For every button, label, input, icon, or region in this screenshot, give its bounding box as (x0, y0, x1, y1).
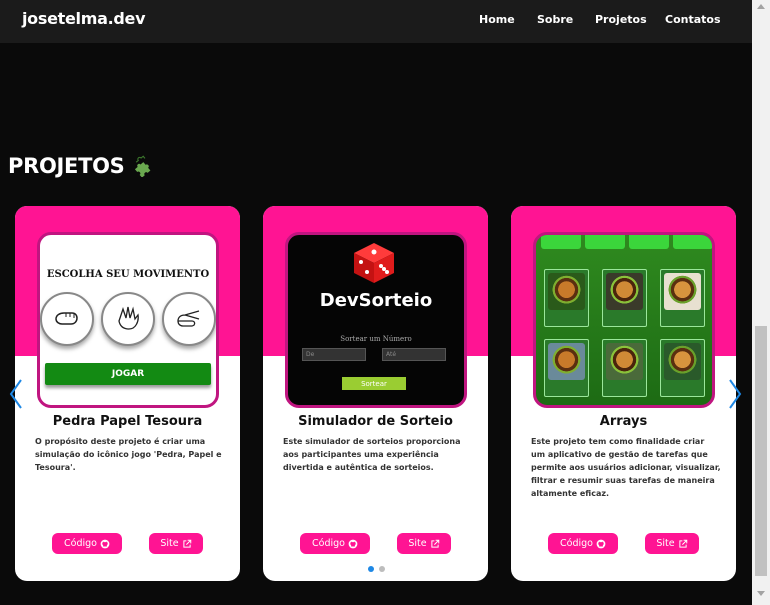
burger-item (544, 339, 589, 397)
carousel-next-arrow-icon[interactable] (728, 378, 742, 410)
site-button[interactable]: Site (645, 533, 699, 554)
site-button-label: Site (160, 538, 179, 549)
draw-button: Sortear (342, 377, 406, 390)
scroll-up-icon[interactable] (757, 4, 765, 9)
scissors-hand-icon (162, 292, 216, 346)
external-link-icon (679, 539, 687, 548)
project-card-rps: ESCOLHA SEU MOVIMENTO JOGAR Pedra Papel … (15, 206, 240, 581)
paper-hand-icon (101, 292, 155, 346)
project-screenshot-sorteio: DevSorteio Sortear um Número De Até Sort… (285, 232, 467, 408)
rock-hand-icon (40, 292, 94, 346)
burger-item (660, 339, 705, 397)
play-button: JOGAR (45, 363, 211, 385)
card-title: Simulador de Sorteio (298, 414, 453, 429)
burger-item (602, 339, 647, 397)
code-button[interactable]: Código (52, 533, 122, 554)
devsorteio-subtitle: Sortear um Número (340, 335, 412, 343)
burger-item (602, 269, 647, 327)
carousel-dot-active[interactable] (368, 566, 374, 572)
site-button-label: Site (408, 538, 427, 549)
github-icon (596, 539, 606, 548)
card-description: O propósito deste projeto é criar uma si… (35, 437, 222, 472)
project-card-arrays: Arrays Este projeto tem como finalidade … (511, 206, 736, 581)
external-link-icon (183, 539, 191, 548)
card-description: Este simulador de sorteios proporciona a… (283, 437, 461, 472)
github-icon (348, 539, 358, 548)
site-button-label: Site (656, 538, 675, 549)
dice-icon (354, 243, 394, 283)
arrays-tab (541, 235, 581, 249)
nav-sobre[interactable]: Sobre (537, 13, 573, 26)
nav-projetos[interactable]: Projetos (595, 13, 647, 26)
nav-contatos[interactable]: Contatos (665, 13, 721, 26)
site-logo[interactable]: josetelma.dev (22, 9, 146, 28)
site-button[interactable]: Site (149, 533, 203, 554)
arrays-tab (585, 235, 625, 249)
input-to: Até (382, 348, 446, 361)
puzzle-piece-icon (135, 155, 151, 177)
project-screenshot-arrays (533, 232, 715, 408)
devsorteio-logo: DevSorteio (319, 290, 433, 311)
burger-item (660, 269, 705, 327)
card-title: Pedra Papel Tesoura (52, 414, 203, 429)
card-title: Arrays (599, 414, 648, 429)
carousel-dot[interactable] (379, 566, 385, 572)
code-button[interactable]: Código (300, 533, 370, 554)
code-button-label: Código (560, 538, 593, 549)
rps-heading: ESCOLHA SEU MOVIMENTO (46, 269, 210, 280)
arrays-tab (629, 235, 669, 249)
input-from: De (302, 348, 366, 361)
nav-home[interactable]: Home (479, 13, 515, 26)
code-button[interactable]: Código (548, 533, 618, 554)
burger-item (544, 269, 589, 327)
project-card-sorteio: DevSorteio Sortear um Número De Até Sort… (263, 206, 488, 581)
section-title-text: PROJETOS (8, 154, 125, 178)
scrollbar-thumb[interactable] (755, 326, 767, 576)
project-screenshot-rps: ESCOLHA SEU MOVIMENTO JOGAR (37, 232, 219, 408)
code-button-label: Código (64, 538, 97, 549)
scroll-down-icon[interactable] (757, 591, 765, 596)
carousel-prev-arrow-icon[interactable] (9, 378, 23, 410)
external-link-icon (431, 539, 439, 548)
arrays-tab (673, 235, 712, 249)
card-description: Este projeto tem como finalidade criar u… (531, 437, 721, 498)
section-title: PROJETOS (8, 154, 154, 178)
page-scrollbar[interactable] (752, 0, 770, 605)
navbar: josetelma.dev Home Sobre Projetos Contat… (0, 0, 752, 43)
site-button[interactable]: Site (397, 533, 451, 554)
code-button-label: Código (312, 538, 345, 549)
github-icon (100, 539, 110, 548)
